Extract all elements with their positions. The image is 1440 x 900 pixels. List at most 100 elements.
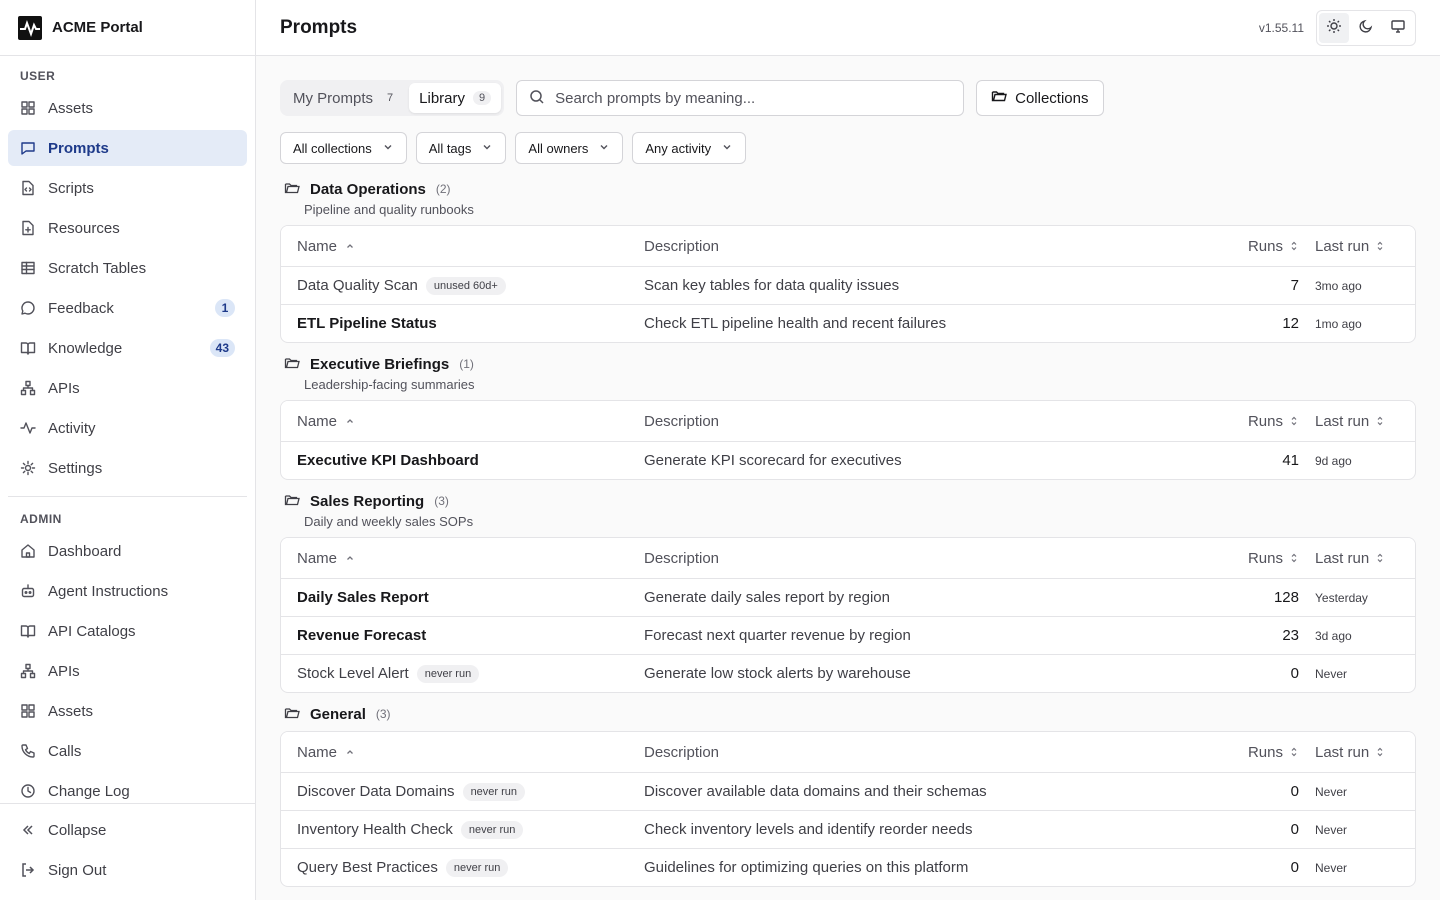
column-header-name: Name bbox=[297, 412, 338, 430]
filter-any-activity[interactable]: Any activity bbox=[632, 132, 747, 164]
prompt-name[interactable]: Discover Data Domains bbox=[297, 783, 455, 800]
table-row[interactable]: Query Best Practices never run Guidelines … bbox=[281, 848, 1415, 886]
theme-system-button[interactable] bbox=[1383, 13, 1413, 43]
filter-label: Any activity bbox=[645, 140, 712, 156]
sort-asc-icon bbox=[345, 241, 355, 251]
table-row[interactable]: Daily Sales Report Generate daily sales r… bbox=[281, 578, 1415, 616]
prompt-runs: 12 bbox=[1282, 315, 1299, 332]
prompt-name[interactable]: ETL Pipeline Status bbox=[297, 315, 437, 332]
sort-by-runs[interactable]: Runs bbox=[1195, 238, 1315, 255]
sort-icon bbox=[1289, 552, 1299, 564]
prompt-last-run: 3mo ago bbox=[1315, 278, 1362, 293]
sort-by-runs[interactable]: Runs bbox=[1195, 550, 1315, 567]
table-row[interactable]: Stock Level Alert never run Generate low s… bbox=[281, 654, 1415, 692]
monitor-icon bbox=[1390, 18, 1406, 37]
sort-by-name[interactable]: Name bbox=[281, 550, 644, 567]
sort-by-last-run[interactable]: Last run bbox=[1315, 238, 1415, 255]
theme-light-button[interactable] bbox=[1319, 12, 1349, 43]
prompt-name[interactable]: Revenue Forecast bbox=[297, 627, 426, 644]
table-row[interactable]: Data Quality Scan unused 60d+ Scan key tab… bbox=[281, 266, 1415, 304]
grid-icon bbox=[20, 100, 36, 116]
sort-by-last-run[interactable]: Last run bbox=[1315, 413, 1415, 430]
page-title: Prompts bbox=[280, 16, 358, 38]
filter-all-owners[interactable]: All owners bbox=[515, 132, 624, 164]
sort-icon bbox=[1289, 415, 1299, 427]
sidebar-item-agent-instructions[interactable]: Agent Instructions bbox=[8, 573, 247, 609]
search-icon bbox=[529, 89, 545, 108]
tab-my-prompts[interactable]: My Prompts 7 bbox=[283, 83, 409, 113]
sort-by-name[interactable]: Name bbox=[281, 413, 644, 430]
sort-by-name[interactable]: Name bbox=[281, 238, 644, 255]
moon-icon bbox=[1358, 18, 1374, 37]
sidebar-item-scratch-tables[interactable]: Scratch Tables bbox=[8, 250, 247, 286]
toolbar: My Prompts 7 Library 9 Collections bbox=[280, 80, 1416, 116]
sort-by-last-run[interactable]: Last run bbox=[1315, 744, 1415, 761]
collections-button[interactable]: Collections bbox=[976, 80, 1104, 116]
activity-icon bbox=[20, 420, 36, 436]
prompt-name[interactable]: Executive KPI Dashboard bbox=[297, 452, 479, 469]
theme-switcher bbox=[1316, 9, 1416, 46]
sidebar-item-resources[interactable]: Resources bbox=[8, 210, 247, 246]
sort-by-name[interactable]: Name bbox=[281, 744, 644, 761]
sidebar-item-feedback[interactable]: Feedback 1 bbox=[8, 290, 247, 326]
sidebar-item-apis[interactable]: APIs bbox=[8, 653, 247, 689]
prompt-name[interactable]: Query Best Practices bbox=[297, 859, 438, 876]
collection-header[interactable]: Sales Reporting (3) bbox=[280, 492, 1416, 510]
tab-library[interactable]: Library 9 bbox=[409, 83, 502, 113]
prompt-last-run: Never bbox=[1315, 822, 1348, 837]
collection-header[interactable]: General (3) bbox=[280, 705, 1416, 723]
table-row[interactable]: Revenue Forecast Forecast next quarter re… bbox=[281, 616, 1415, 654]
sidebar-item-scripts[interactable]: Scripts bbox=[8, 170, 247, 206]
table-row[interactable]: Executive KPI Dashboard Generate KPI scor… bbox=[281, 441, 1415, 479]
sidebar-item-label: Knowledge bbox=[48, 339, 123, 357]
sidebar-item-label: Agent Instructions bbox=[48, 582, 169, 600]
sort-by-runs[interactable]: Runs bbox=[1195, 413, 1315, 430]
collection-name: Data Operations bbox=[310, 180, 426, 198]
sort-by-last-run[interactable]: Last run bbox=[1315, 550, 1415, 567]
collection-header[interactable]: Executive Briefings (1) bbox=[280, 355, 1416, 373]
sidebar-item-activity[interactable]: Activity bbox=[8, 410, 247, 446]
search-input[interactable] bbox=[555, 89, 952, 107]
sidebar-item-dashboard[interactable]: Dashboard bbox=[8, 533, 247, 569]
sidebar-item-prompts[interactable]: Prompts bbox=[8, 130, 247, 166]
network-icon bbox=[20, 663, 36, 679]
sidebar-item-calls[interactable]: Calls bbox=[8, 733, 247, 769]
prompt-last-run: 9d ago bbox=[1315, 453, 1352, 468]
table-row[interactable]: Inventory Health Check never run Check inv… bbox=[281, 810, 1415, 848]
book-open-icon bbox=[20, 340, 36, 356]
filter-all-tags[interactable]: All tags bbox=[415, 132, 507, 164]
sidebar-item-apis[interactable]: APIs bbox=[8, 370, 247, 406]
prompt-name[interactable]: Daily Sales Report bbox=[297, 589, 429, 606]
prompts-table: Name Description Runs Last run Discover Data… bbox=[280, 731, 1416, 887]
sidebar-item-settings[interactable]: Settings bbox=[8, 450, 247, 486]
status-badge: never run bbox=[460, 820, 524, 839]
prompt-name[interactable]: Stock Level Alert bbox=[297, 665, 409, 682]
sort-by-runs[interactable]: Runs bbox=[1195, 744, 1315, 761]
sidebar-item-api-catalogs[interactable]: API Catalogs bbox=[8, 613, 247, 649]
prompt-last-run: Never bbox=[1315, 666, 1348, 681]
bot-icon bbox=[20, 583, 36, 599]
collection-header[interactable]: Data Operations (2) bbox=[280, 180, 1416, 198]
sidebar-item-assets[interactable]: Assets bbox=[8, 693, 247, 729]
brand[interactable]: ACME Portal bbox=[0, 0, 255, 56]
sort-asc-icon bbox=[345, 553, 355, 563]
network-icon bbox=[20, 380, 36, 396]
theme-dark-button[interactable] bbox=[1351, 13, 1381, 43]
table-row[interactable]: Discover Data Domains never run Discover a… bbox=[281, 772, 1415, 810]
prompt-name[interactable]: Inventory Health Check bbox=[297, 821, 453, 838]
table-row[interactable]: ETL Pipeline Status Check ETL pipeline he… bbox=[281, 304, 1415, 342]
collapse-button[interactable]: Collapse bbox=[8, 812, 247, 848]
sidebar-item-knowledge[interactable]: Knowledge 43 bbox=[8, 330, 247, 366]
prompts-table: Name Description Runs Last run Data Quality … bbox=[280, 225, 1416, 343]
filter-all-collections[interactable]: All collections bbox=[280, 132, 407, 164]
sidebar-item-label: Assets bbox=[48, 99, 94, 117]
sidebar-divider bbox=[8, 496, 247, 497]
column-header-name: Name bbox=[297, 743, 338, 761]
sidebar-item-change-log[interactable]: Change Log bbox=[8, 773, 247, 803]
collection-group-executive-briefings: Executive Briefings (1) Leadership-facing … bbox=[280, 355, 1416, 480]
table-header: Name Description Runs Last run bbox=[281, 538, 1415, 578]
prompt-description: Forecast next quarter revenue by region bbox=[644, 627, 911, 644]
prompt-name[interactable]: Data Quality Scan bbox=[297, 277, 418, 294]
sign-out-button[interactable]: Sign Out bbox=[8, 852, 247, 888]
sidebar-item-assets[interactable]: Assets bbox=[8, 90, 247, 126]
